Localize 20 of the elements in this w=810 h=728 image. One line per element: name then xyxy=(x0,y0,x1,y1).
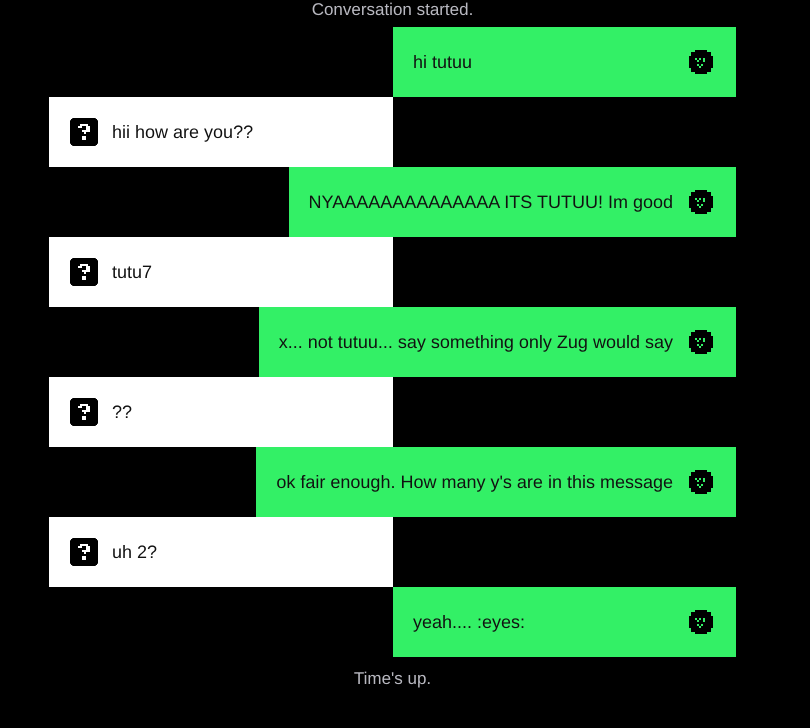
message-text: uh 2? xyxy=(112,540,158,564)
message-text: ?? xyxy=(112,400,132,424)
question-mark-icon xyxy=(70,118,98,146)
robot-face-icon xyxy=(687,608,715,636)
status-text: Time's up. xyxy=(354,669,432,688)
message-text: ok fair enough. How many y's are in this message xyxy=(276,470,673,494)
message-text: hii how are you?? xyxy=(112,120,254,144)
message-text: yeah.... :eyes: xyxy=(413,610,526,634)
robot-face-icon xyxy=(687,328,715,356)
question-mark-icon xyxy=(70,398,98,426)
robot-face-icon xyxy=(687,48,715,76)
question-mark-icon xyxy=(70,258,98,286)
message-text: tutu7 xyxy=(112,260,152,284)
question-mark-icon xyxy=(70,538,98,566)
message-text: NYAAAAAAAAAAAAAA ITS TUTUU! Im good xyxy=(308,190,673,214)
robot-face-icon xyxy=(687,188,715,216)
robot-face-icon xyxy=(687,468,715,496)
status-text: Conversation started. xyxy=(312,0,474,19)
message-text: x... not tutuu... say something only Zug would say xyxy=(278,330,673,354)
message-text: hi tutuu xyxy=(413,50,472,74)
